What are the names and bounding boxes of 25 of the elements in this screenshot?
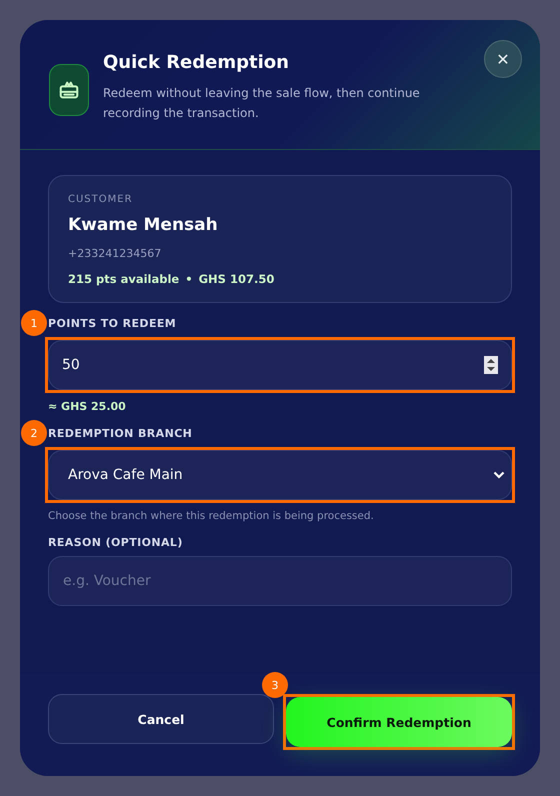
points-available: 215 pts available <box>68 272 180 286</box>
customer-caption: CUSTOMER <box>68 194 134 205</box>
gift-card-icon <box>49 64 89 116</box>
cancel-button[interactable]: Cancel <box>48 694 274 744</box>
points-equivalent: ≈ GHS 25.00 <box>48 400 127 413</box>
dialog-title: Quick Redemption <box>103 52 290 73</box>
dialog-subtitle: Redeem without leaving the sale flow, then continue recording the transaction. <box>103 85 421 122</box>
field-label: POINTS TO REDEEM <box>48 317 176 330</box>
customer-phone: +233241234567 <box>68 247 162 260</box>
callout-badge: 2 <box>21 420 47 446</box>
close-button[interactable]: ✕ <box>484 40 522 78</box>
field-label: REDEMPTION BRANCH <box>48 427 192 440</box>
chevron-down-icon <box>493 471 505 479</box>
reason-input[interactable]: e.g. Voucher <box>48 556 512 606</box>
separator-dot: • <box>185 272 193 286</box>
branch-select[interactable]: Arova Cafe Main <box>48 450 512 500</box>
field-label: REASON (OPTIONAL) <box>48 536 184 549</box>
points-value: GHS 107.50 <box>198 272 274 286</box>
confirm-button[interactable]: Confirm Redemption <box>286 697 512 747</box>
field-hint: Choose the branch where this redemption is being processed. <box>48 510 375 522</box>
points-input[interactable]: 50 <box>48 340 512 390</box>
customer-name: Kwame Mensah <box>68 215 219 235</box>
spinner-icon[interactable] <box>484 356 498 374</box>
callout-badge: 1 <box>21 310 47 336</box>
callout-badge: 3 <box>262 672 288 698</box>
